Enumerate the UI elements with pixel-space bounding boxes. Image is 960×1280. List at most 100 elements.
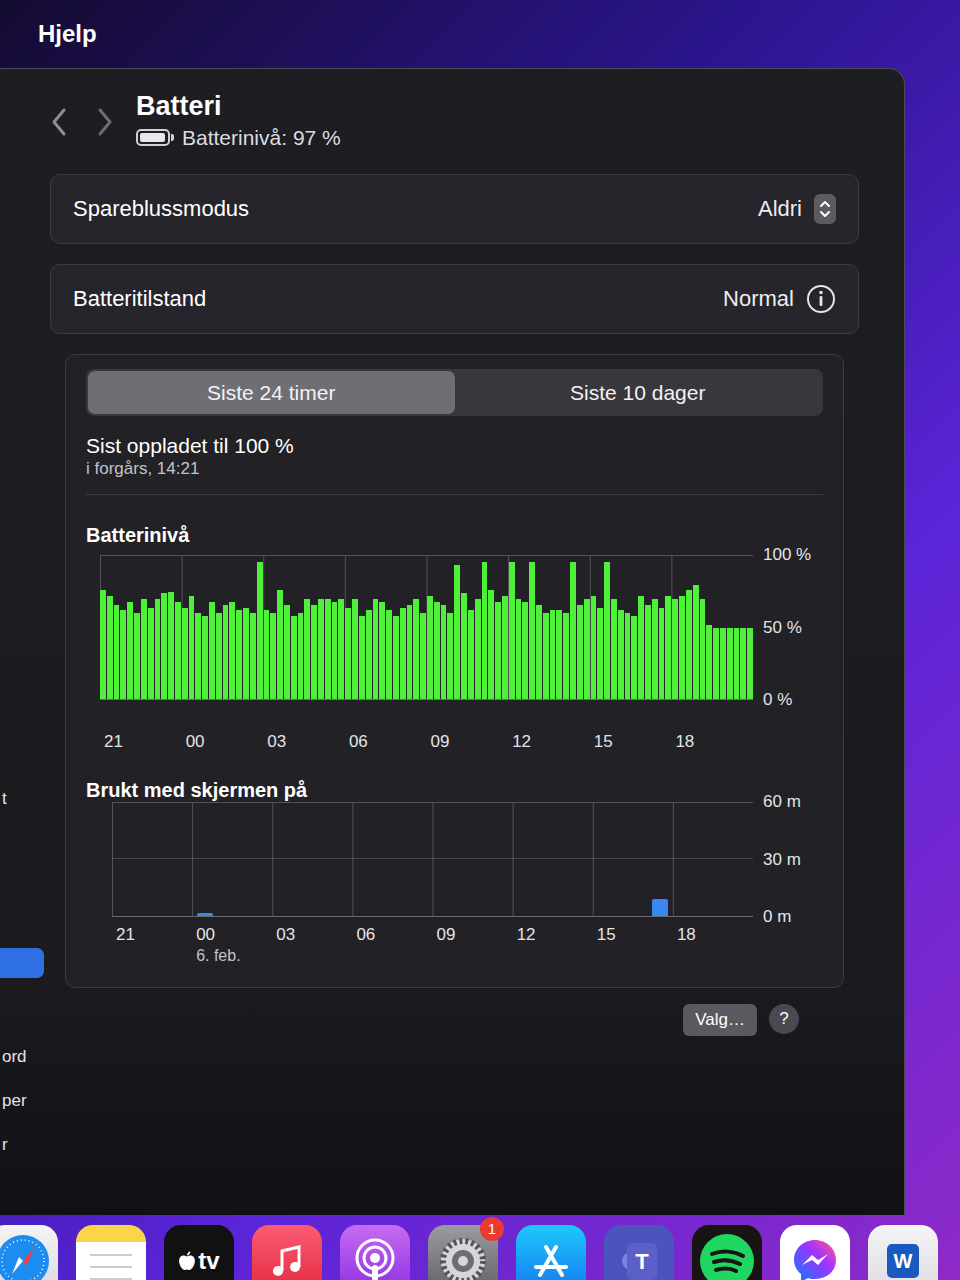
battery-bar bbox=[277, 590, 283, 699]
x-tick: 12 bbox=[508, 732, 590, 752]
sidebar-label: per bbox=[2, 1088, 27, 1114]
notes-app[interactable] bbox=[76, 1225, 146, 1280]
battery-bar bbox=[284, 605, 290, 699]
safari-icon bbox=[0, 1232, 52, 1280]
messenger-app[interactable] bbox=[780, 1225, 850, 1280]
hour-slot bbox=[701, 803, 727, 916]
battery-bar bbox=[120, 610, 126, 699]
battery-bar bbox=[155, 599, 161, 699]
battery-bar bbox=[720, 628, 726, 700]
usage-card: Siste 24 timerSiste 10 dagerSist opplade… bbox=[65, 354, 844, 989]
tv-icon bbox=[178, 1250, 196, 1272]
menu-item[interactable]: Hjelp bbox=[38, 16, 97, 52]
spotify-app[interactable] bbox=[692, 1225, 762, 1280]
battery-bar bbox=[195, 613, 201, 699]
battery-bar bbox=[713, 628, 719, 700]
forward-chevron-icon[interactable] bbox=[96, 107, 114, 137]
hour-slot bbox=[166, 803, 192, 916]
x-tick-label: 18 bbox=[675, 732, 753, 752]
sidebar: t ord per r bbox=[0, 69, 44, 1215]
sidebar-item[interactable]: ord bbox=[0, 1042, 44, 1072]
battery-bar bbox=[400, 608, 406, 700]
battery-shell bbox=[136, 129, 170, 146]
sidebar-label: t bbox=[2, 786, 7, 812]
range-tab[interactable]: Siste 24 timer bbox=[88, 371, 455, 415]
x-tick-label: 00 bbox=[196, 925, 272, 945]
spotify-icon bbox=[698, 1232, 756, 1280]
battery-bar bbox=[604, 562, 610, 699]
setting-value-text: Normal bbox=[723, 282, 794, 315]
x-tick: 06 bbox=[352, 925, 432, 967]
battery-bar bbox=[706, 625, 712, 699]
appstore-app[interactable] bbox=[516, 1225, 586, 1280]
battery-bar bbox=[625, 613, 631, 699]
y-axis-labels: 100 %50 %0 % bbox=[753, 545, 823, 710]
battery-bar bbox=[182, 608, 188, 700]
battery-bar bbox=[461, 593, 467, 699]
battery-level-chart bbox=[100, 555, 753, 700]
x-tick: 12 bbox=[513, 925, 593, 967]
hour-slot bbox=[192, 803, 218, 916]
hour-slot bbox=[299, 803, 325, 916]
tv-app[interactable]: tv bbox=[164, 1225, 234, 1280]
help-button[interactable]: ? bbox=[769, 1004, 799, 1034]
hour-slot bbox=[273, 803, 299, 916]
battery-bar bbox=[563, 613, 569, 699]
x-tick-label: 09 bbox=[437, 925, 513, 945]
sidebar-item[interactable]: t bbox=[0, 784, 44, 814]
settings-app[interactable]: 1 bbox=[428, 1225, 498, 1280]
y-tick: 60 m bbox=[763, 792, 823, 812]
x-tick-label: 21 bbox=[104, 732, 182, 752]
sidebar-item[interactable]: per bbox=[0, 1086, 44, 1116]
hour-slot bbox=[433, 803, 459, 916]
music-icon bbox=[267, 1241, 307, 1280]
hour-slot bbox=[112, 803, 138, 916]
battery-bar bbox=[359, 616, 365, 699]
battery-bar bbox=[216, 613, 222, 699]
page-title: Batteri bbox=[136, 91, 341, 122]
battery-bar bbox=[223, 605, 229, 699]
navigation bbox=[50, 107, 114, 137]
settings-window: t ord per r BatteriBatterinivå: 97 % Spareb… bbox=[0, 68, 905, 1215]
y-tick: 50 % bbox=[763, 618, 823, 638]
battery-bar bbox=[141, 599, 147, 699]
x-tick-label: 15 bbox=[597, 925, 673, 945]
battery-status: Batterinivå: 97 % bbox=[136, 122, 341, 154]
hour-slot bbox=[460, 803, 486, 916]
x-tick: 21 bbox=[112, 925, 192, 967]
battery-bar bbox=[229, 602, 235, 699]
battery-bar bbox=[168, 592, 174, 699]
podcasts-app[interactable] bbox=[340, 1225, 410, 1280]
battery-bar bbox=[727, 628, 733, 700]
setting-label: Batteritilstand bbox=[73, 282, 206, 315]
teams-letter: T bbox=[627, 1243, 656, 1280]
setting-value: Normal bbox=[723, 282, 836, 315]
word-app[interactable]: W bbox=[868, 1225, 938, 1280]
info-icon[interactable] bbox=[806, 284, 836, 314]
popup-button[interactable]: Aldri bbox=[758, 192, 836, 225]
y-tick: 0 % bbox=[763, 690, 823, 710]
sidebar-item[interactable] bbox=[0, 948, 44, 978]
battery-bar bbox=[434, 602, 440, 699]
sidebar-item[interactable]: r bbox=[0, 1130, 44, 1160]
battery-bar bbox=[161, 593, 167, 699]
notification-badge: 1 bbox=[480, 1217, 504, 1241]
music-app[interactable] bbox=[252, 1225, 322, 1280]
x-tick-label: 12 bbox=[517, 925, 593, 945]
battery-bar bbox=[318, 599, 324, 699]
back-chevron-icon[interactable] bbox=[50, 107, 68, 137]
battery-bar bbox=[447, 613, 453, 699]
battery-bar bbox=[488, 590, 494, 699]
chart-title: Batterinivå bbox=[86, 523, 823, 547]
setting-row: SpareblussmodusAldri bbox=[50, 174, 859, 244]
battery-bar bbox=[379, 602, 385, 699]
battery-bar bbox=[645, 605, 651, 699]
x-tick: 18 bbox=[671, 732, 753, 752]
safari-app[interactable] bbox=[0, 1225, 58, 1280]
teams-app[interactable]: T bbox=[604, 1225, 674, 1280]
setting-value-text: Aldri bbox=[758, 192, 802, 225]
options-button[interactable]: Valg… bbox=[683, 1004, 757, 1036]
battery-bar bbox=[543, 613, 549, 699]
x-tick: 006. feb. bbox=[192, 925, 272, 967]
range-tab[interactable]: Siste 10 dager bbox=[455, 371, 822, 415]
